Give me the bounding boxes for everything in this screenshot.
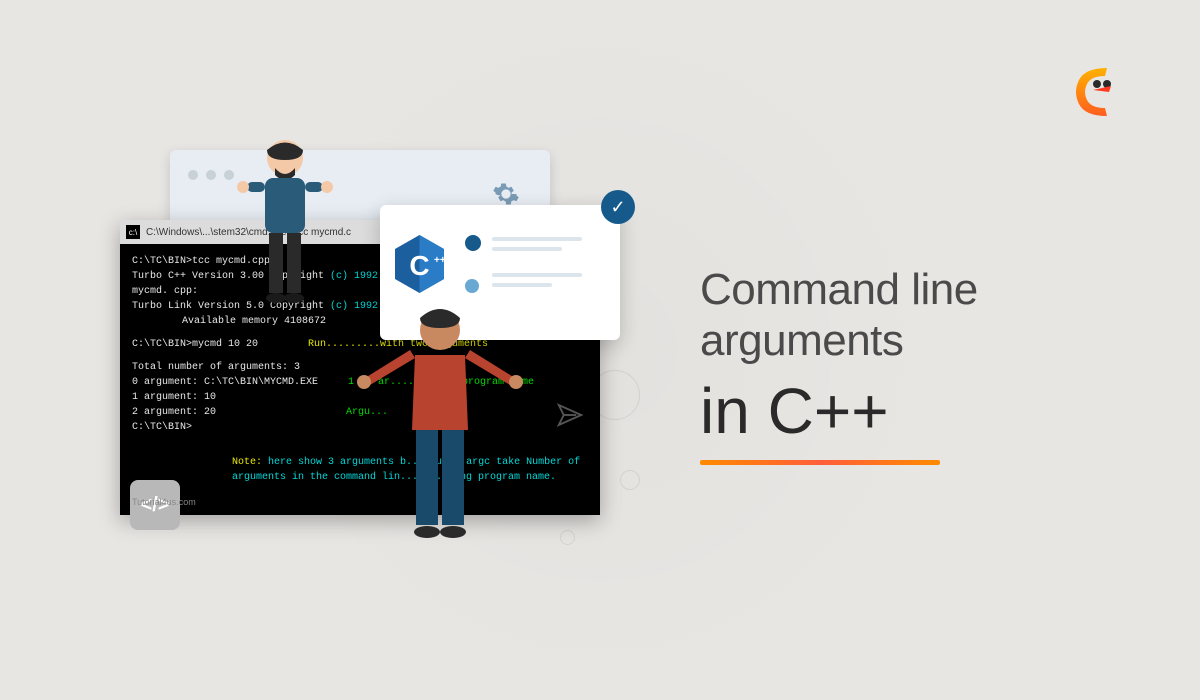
svg-text:++: ++	[434, 255, 446, 266]
page-headline: Command line arguments in C++	[700, 265, 1100, 465]
headline-line-1: Command line	[700, 265, 1100, 316]
card-placeholder-lines	[492, 237, 582, 293]
cmd-icon: c:\	[126, 225, 140, 239]
decor-circle	[620, 470, 640, 490]
gear-icon	[492, 180, 520, 208]
headline-underline	[700, 460, 940, 465]
decor-circle	[560, 530, 575, 545]
card-bullets	[465, 235, 481, 293]
watermark-text: Tutorial4us.com	[132, 497, 196, 507]
person-illustration-2	[350, 300, 530, 580]
decor-circle	[590, 370, 640, 420]
brand-logo	[1065, 60, 1120, 125]
check-icon: ✓	[601, 190, 635, 224]
svg-text:C: C	[409, 250, 429, 281]
headline-line-1b: arguments	[700, 316, 1100, 367]
cpp-logo-icon: C ++	[392, 233, 447, 295]
send-icon	[555, 400, 585, 430]
illustration-composition: c:\ C:\Windows\...\stem32\cmd.exe - tcc …	[120, 150, 640, 570]
person-illustration-1	[225, 130, 345, 330]
headline-line-2: in C++	[700, 374, 1100, 448]
